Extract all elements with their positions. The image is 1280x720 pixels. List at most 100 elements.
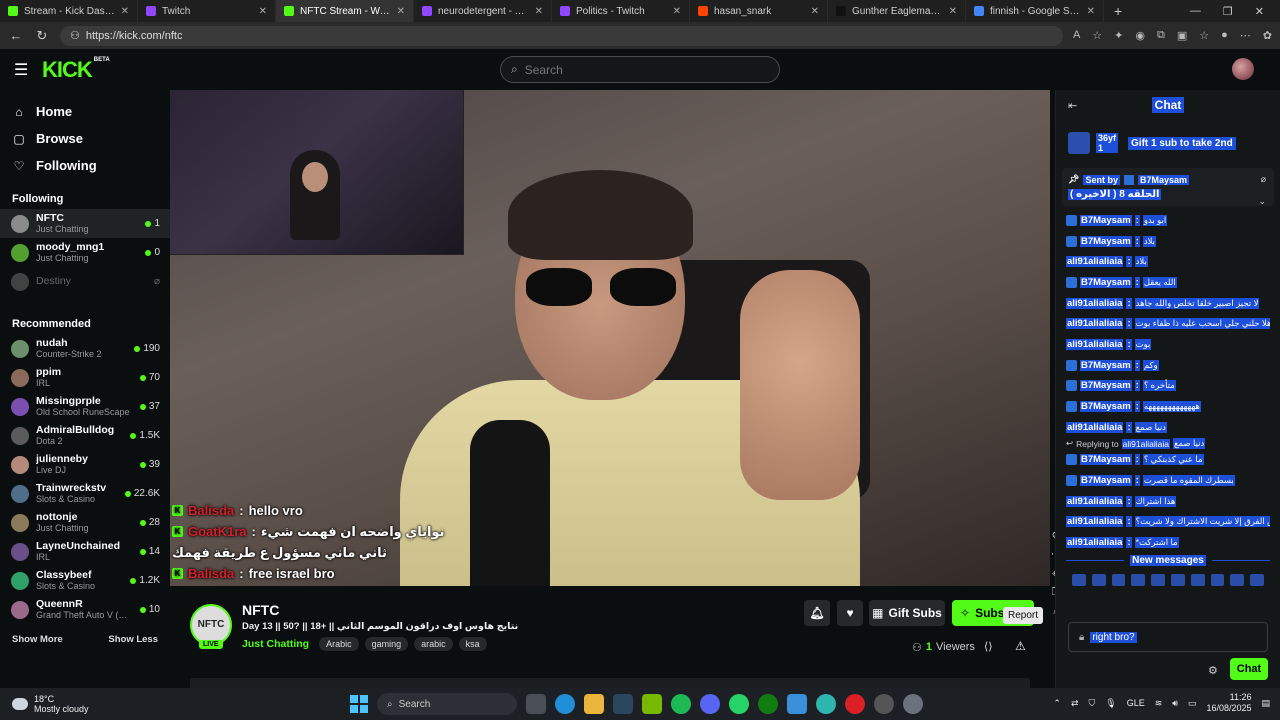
sidebar-nav-browse[interactable]: ▢ Browse [0,125,170,152]
follow-button[interactable]: ♥ [837,600,863,626]
unpin-icon[interactable]: ⌀ [1261,174,1266,185]
share-icon[interactable]: ⟨⟩ [984,640,993,653]
chat-message[interactable]: ali91alialiaia: بوت [1066,334,1270,355]
close-icon[interactable]: ✕ [1087,6,1095,17]
send-chat-button[interactable]: Chat [1230,658,1268,680]
sidebar-channel[interactable]: nottonje Just Chatting 28 [0,508,170,537]
close-icon[interactable]: ✕ [811,6,819,17]
close-window-icon[interactable]: ✕ [1255,5,1264,18]
chat-message[interactable]: B7Maysam: ما عني كذبتكي ؟ [1066,450,1270,471]
browser-tab[interactable]: NFTC Stream - Watch L ✕ [276,0,414,22]
chat-message[interactable]: ali91alialiaia: هلا حلني جلي اسحب عليه ذا… [1066,313,1270,334]
battery-icon[interactable]: ▭ [1188,698,1197,709]
browser-icon[interactable] [816,694,836,714]
network-icon[interactable]: ⇄ [1071,698,1079,709]
sidebar-channel[interactable]: ppim IRL 70 [0,363,170,392]
stream-category[interactable]: Just Chatting [242,638,309,650]
sidebar-channel[interactable]: Classybeef Slots & Casino 1.2K [0,566,170,595]
chat-username[interactable]: ali91alialiaia [1066,421,1124,433]
sidebar-channel[interactable]: nudah Counter-Strike 2 190 [0,334,170,363]
chat-input-box[interactable]: 🔒︎ right bro? [1068,622,1268,652]
maximize-icon[interactable]: ❐ [1223,5,1233,18]
taskbar-search[interactable]: ⌕ Search [377,693,517,715]
search-box[interactable]: ⌕ [500,56,780,83]
notification-bell-button[interactable]: 🔔︎ [804,600,830,626]
chat-settings-gear-icon[interactable]: ⚙ [1208,664,1218,677]
settings-gear-icon[interactable] [903,694,923,714]
file-explorer-icon[interactable] [584,694,604,714]
steam-icon[interactable] [613,694,633,714]
show-more-button[interactable]: Show More [12,634,63,645]
chevron-down-icon[interactable]: ⌄ [1258,196,1266,207]
refresh-icon[interactable]: ↻ [34,28,50,44]
chat-username[interactable]: B7Maysam [1080,235,1132,247]
chat-username[interactable]: B7Maysam [1080,475,1132,487]
sidebar-channel[interactable]: julienneby Live DJ 39 [0,450,170,479]
gift-leaderboard[interactable]: 36yf 1 Gift 1 sub to take 2nd [1056,126,1280,160]
weather-widget[interactable]: 18°C Mostly cloudy [0,694,180,714]
show-less-button[interactable]: Show Less [108,634,158,645]
chat-message[interactable]: B7Maysam: ابو بدو [1066,210,1270,231]
chat-username[interactable]: ali91alialiaia [1066,318,1124,330]
more-icon[interactable]: ⋯ [1240,29,1251,42]
chat-username[interactable]: ali91alialiaia [1066,537,1124,549]
creative-cloud-icon[interactable] [845,694,865,714]
video-player[interactable]: K Balisda: hello vro K GoatK1ra: نواياي واضحه… [170,90,1050,586]
close-icon[interactable]: ✕ [949,6,957,17]
chat-username[interactable]: B7Maysam [1080,454,1132,466]
close-icon[interactable]: ✕ [397,6,405,17]
quick-emote-row[interactable] [1056,574,1280,586]
chat-message[interactable]: ali91alialiaia: وش الفرق إلا شريت الاشترا… [1066,512,1270,533]
chat-username[interactable]: ali91alialiaia [1066,338,1124,350]
report-warning-icon[interactable]: ⚠ [1015,639,1026,653]
sidebar-channel[interactable]: AdmiralBulldog Dota 2 1.5K [0,421,170,450]
new-tab-icon[interactable]: + [1104,3,1132,19]
windows-start-icon[interactable] [350,695,368,713]
notification-icon[interactable]: ▤ [1261,698,1270,709]
back-icon[interactable]: ← [8,28,24,43]
chat-username[interactable]: B7Maysam [1080,214,1132,226]
extension-icon[interactable]: ◉ [1135,29,1145,42]
stream-tag[interactable]: gaming [364,637,409,651]
chat-username[interactable]: ali91alialiaia [1066,297,1124,309]
kick-logo[interactable]: KICK BETA [42,57,110,83]
browser-tab[interactable]: Gunther Eagleman™ (@Gun ✕ [828,0,966,22]
stream-tag[interactable]: Arabic [319,637,359,651]
extensions-puzzle-icon[interactable]: ⧉ [1157,29,1165,42]
chat-username[interactable]: B7Maysam [1080,359,1132,371]
chat-message[interactable]: ali91alialiaia: *ما اشتركت [1066,532,1270,553]
discord-icon[interactable] [700,694,720,714]
sidebar-channel[interactable]: Trainwreckstv Slots & Casino 22.6K [0,479,170,508]
chat-message[interactable]: B7Maysam: متأخره ؟ [1066,376,1270,397]
browser-tab[interactable]: neurodetergent - Twitch ✕ [414,0,552,22]
menu-icon[interactable]: ☰ [14,60,38,80]
clock[interactable]: 11:26 16/08/2025 [1206,692,1251,714]
chevron-up-icon[interactable]: ⌃ [1053,698,1061,709]
chat-message[interactable]: ali91alialiaia: هذا اشتراك [1066,491,1270,512]
nvidia-icon[interactable] [642,694,662,714]
chat-message[interactable]: B7Maysam: بلاد [1066,231,1270,252]
close-icon[interactable]: ✕ [535,6,543,17]
search-input[interactable] [524,62,755,77]
chat-username[interactable]: B7Maysam [1080,401,1132,413]
language-indicator[interactable]: GLE [1127,698,1145,708]
site-info-icon[interactable]: ⚇ [70,29,80,42]
user-avatar[interactable] [1232,58,1254,80]
chat-message[interactable]: B7Maysam: الله يعقل [1066,272,1270,293]
chat-message[interactable]: ali91alialiaia: بلاد [1066,251,1270,272]
xbox-icon[interactable] [758,694,778,714]
task-view-icon[interactable] [526,694,546,714]
chat-message[interactable]: B7Maysam: وكم [1066,355,1270,376]
chat-message[interactable]: B7Maysam: بسطرك المقوه ما قصرت [1066,470,1270,491]
collapse-chat-icon[interactable]: ⇤ [1068,99,1077,112]
url-field[interactable]: ⚇ https://kick.com/nftc [60,25,1063,46]
chat-message[interactable]: ali91alialiaia: لا تجيز اصبير خلقا تخلص و… [1066,293,1270,314]
pinned-message[interactable]: 📌︎ Sent by B7Maysam الحلقه 8 ( الاخيره ) ⌀… [1062,168,1274,206]
sidebar-channel[interactable]: Destiny ⌀ [0,267,170,296]
chat-username[interactable]: B7Maysam [1080,380,1132,392]
close-icon[interactable]: ✕ [121,6,129,17]
chat-username[interactable]: B7Maysam [1080,276,1132,288]
sidebar-nav-following[interactable]: ♡ Following [0,152,170,179]
profile-icon[interactable]: ● [1221,29,1228,42]
spotify-icon[interactable] [671,694,691,714]
